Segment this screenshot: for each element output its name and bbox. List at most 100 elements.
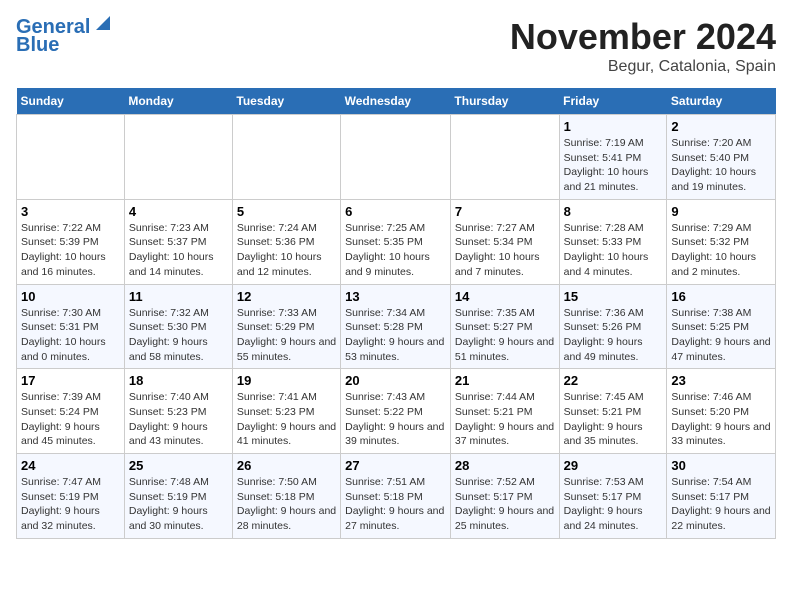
day-number: 12 — [237, 289, 336, 304]
calendar-cell: 30 Sunrise: 7:54 AMSunset: 5:17 PMDayligh… — [667, 454, 776, 539]
day-info: Sunrise: 7:20 AMSunset: 5:40 PMDaylight:… — [671, 136, 771, 195]
calendar-cell: 25Sunrise: 7:48 AMSunset: 5:19 PMDayligh… — [124, 454, 232, 539]
calendar-cell: 22 Sunrise: 7:45 AMSunset: 5:21 PMDayligh… — [559, 369, 667, 454]
day-info: Sunrise: 7:43 AMSunset: 5:22 PMDaylight:… — [345, 390, 446, 449]
day-info: Sunrise: 7:33 AMSunset: 5:29 PMDaylight:… — [237, 306, 336, 365]
calendar-cell: 8 Sunrise: 7:28 AMSunset: 5:33 PMDaylight… — [559, 199, 667, 284]
calendar-cell: 1 Sunrise: 7:19 AMSunset: 5:41 PMDaylight… — [559, 115, 667, 200]
calendar-cell: 11 Sunrise: 7:32 AMSunset: 5:30 PMDayligh… — [124, 284, 232, 369]
calendar-cell: 12 Sunrise: 7:33 AMSunset: 5:29 PMDayligh… — [232, 284, 340, 369]
calendar-cell — [124, 115, 232, 200]
calendar-cell: 27 Sunrise: 7:51 AMSunset: 5:18 PMDayligh… — [341, 454, 451, 539]
day-info: Sunrise: 7:36 AMSunset: 5:26 PMDaylight:… — [564, 306, 663, 365]
calendar-cell: 14 Sunrise: 7:35 AMSunset: 5:27 PMDayligh… — [450, 284, 559, 369]
day-number: 1 — [564, 119, 663, 134]
calendar-cell: 28Sunrise: 7:52 AMSunset: 5:17 PMDayligh… — [450, 454, 559, 539]
calendar-cell: 20 Sunrise: 7:43 AMSunset: 5:22 PMDayligh… — [341, 369, 451, 454]
day-info: Sunrise: 7:48 AMSunset: 5:19 PMDaylight:… — [129, 475, 228, 534]
day-info: Sunrise: 7:53 AMSunset: 5:17 PMDaylight:… — [564, 475, 663, 534]
day-info: Sunrise: 7:46 AMSunset: 5:20 PMDaylight:… — [671, 390, 771, 449]
column-header-tuesday: Tuesday — [232, 88, 340, 115]
calendar-cell: 24 Sunrise: 7:47 AMSunset: 5:19 PMDayligh… — [17, 454, 125, 539]
calendar-cell: 5 Sunrise: 7:24 AMSunset: 5:36 PMDaylight… — [232, 199, 340, 284]
day-number: 4 — [129, 204, 228, 219]
day-number: 20 — [345, 373, 446, 388]
day-number: 18 — [129, 373, 228, 388]
day-number: 19 — [237, 373, 336, 388]
day-info: Sunrise: 7:29 AMSunset: 5:32 PMDaylight:… — [671, 221, 771, 280]
calendar-cell: 17 Sunrise: 7:39 AMSunset: 5:24 PMDayligh… — [17, 369, 125, 454]
day-info: Sunrise: 7:44 AMSunset: 5:21 PMDaylight:… — [455, 390, 555, 449]
logo-triangle-icon — [92, 12, 114, 34]
day-info: Sunrise: 7:19 AMSunset: 5:41 PMDaylight:… — [564, 136, 663, 195]
calendar-cell: 16 Sunrise: 7:38 AMSunset: 5:25 PMDayligh… — [667, 284, 776, 369]
calendar-cell: 2 Sunrise: 7:20 AMSunset: 5:40 PMDaylight… — [667, 115, 776, 200]
day-number: 10 — [21, 289, 120, 304]
day-info: Sunrise: 7:40 AMSunset: 5:23 PMDaylight:… — [129, 390, 228, 449]
day-number: 17 — [21, 373, 120, 388]
day-number: 13 — [345, 289, 446, 304]
day-info: Sunrise: 7:34 AMSunset: 5:28 PMDaylight:… — [345, 306, 446, 365]
day-number: 15 — [564, 289, 663, 304]
page-title: November 2024 — [510, 16, 776, 58]
day-number: 16 — [671, 289, 771, 304]
calendar-cell: 3 Sunrise: 7:22 AMSunset: 5:39 PMDaylight… — [17, 199, 125, 284]
calendar-cell: 26Sunrise: 7:50 AMSunset: 5:18 PMDayligh… — [232, 454, 340, 539]
logo-blue-text: Blue — [16, 34, 114, 56]
day-number: 11 — [129, 289, 228, 304]
calendar-week-row: 1 Sunrise: 7:19 AMSunset: 5:41 PMDaylight… — [17, 115, 776, 200]
calendar-week-row: 24 Sunrise: 7:47 AMSunset: 5:19 PMDayligh… — [17, 454, 776, 539]
day-number: 5 — [237, 204, 336, 219]
day-number: 14 — [455, 289, 555, 304]
column-header-monday: Monday — [124, 88, 232, 115]
day-info: Sunrise: 7:30 AMSunset: 5:31 PMDaylight:… — [21, 306, 120, 365]
day-number: 22 — [564, 373, 663, 388]
column-header-sunday: Sunday — [17, 88, 125, 115]
calendar-cell: 15 Sunrise: 7:36 AMSunset: 5:26 PMDayligh… — [559, 284, 667, 369]
day-number: 28 — [455, 458, 555, 473]
calendar-cell: 10 Sunrise: 7:30 AMSunset: 5:31 PMDayligh… — [17, 284, 125, 369]
day-info: Sunrise: 7:54 AMSunset: 5:17 PMDaylight:… — [671, 475, 771, 534]
day-info: Sunrise: 7:24 AMSunset: 5:36 PMDaylight:… — [237, 221, 336, 280]
day-number: 3 — [21, 204, 120, 219]
calendar-cell: 6 Sunrise: 7:25 AMSunset: 5:35 PMDaylight… — [341, 199, 451, 284]
day-info: Sunrise: 7:28 AMSunset: 5:33 PMDaylight:… — [564, 221, 663, 280]
day-info: Sunrise: 7:35 AMSunset: 5:27 PMDaylight:… — [455, 306, 555, 365]
calendar-cell — [341, 115, 451, 200]
day-number: 23 — [671, 373, 771, 388]
day-info: Sunrise: 7:47 AMSunset: 5:19 PMDaylight:… — [21, 475, 120, 534]
calendar-cell: 23 Sunrise: 7:46 AMSunset: 5:20 PMDayligh… — [667, 369, 776, 454]
day-info: Sunrise: 7:32 AMSunset: 5:30 PMDaylight:… — [129, 306, 228, 365]
page-header: General Blue November 2024 Begur, Catalo… — [16, 16, 776, 76]
day-number: 24 — [21, 458, 120, 473]
day-info: Sunrise: 7:25 AMSunset: 5:35 PMDaylight:… — [345, 221, 446, 280]
day-info: Sunrise: 7:27 AMSunset: 5:34 PMDaylight:… — [455, 221, 555, 280]
calendar-week-row: 3 Sunrise: 7:22 AMSunset: 5:39 PMDaylight… — [17, 199, 776, 284]
calendar-week-row: 10 Sunrise: 7:30 AMSunset: 5:31 PMDayligh… — [17, 284, 776, 369]
day-info: Sunrise: 7:45 AMSunset: 5:21 PMDaylight:… — [564, 390, 663, 449]
day-info: Sunrise: 7:22 AMSunset: 5:39 PMDaylight:… — [21, 221, 120, 280]
logo: General Blue — [16, 16, 114, 56]
calendar-cell — [232, 115, 340, 200]
day-number: 27 — [345, 458, 446, 473]
day-number: 6 — [345, 204, 446, 219]
calendar-table: SundayMondayTuesdayWednesdayThursdayFrid… — [16, 88, 776, 539]
day-number: 8 — [564, 204, 663, 219]
day-number: 7 — [455, 204, 555, 219]
day-info: Sunrise: 7:38 AMSunset: 5:25 PMDaylight:… — [671, 306, 771, 365]
calendar-cell: 29 Sunrise: 7:53 AMSunset: 5:17 PMDayligh… — [559, 454, 667, 539]
calendar-cell — [450, 115, 559, 200]
calendar-week-row: 17 Sunrise: 7:39 AMSunset: 5:24 PMDayligh… — [17, 369, 776, 454]
day-number: 26 — [237, 458, 336, 473]
day-number: 29 — [564, 458, 663, 473]
calendar-cell: 18 Sunrise: 7:40 AMSunset: 5:23 PMDayligh… — [124, 369, 232, 454]
day-number: 30 — [671, 458, 771, 473]
day-info: Sunrise: 7:39 AMSunset: 5:24 PMDaylight:… — [21, 390, 120, 449]
calendar-cell: 21 Sunrise: 7:44 AMSunset: 5:21 PMDayligh… — [450, 369, 559, 454]
column-header-saturday: Saturday — [667, 88, 776, 115]
title-block: November 2024 Begur, Catalonia, Spain — [510, 16, 776, 76]
day-info: Sunrise: 7:41 AMSunset: 5:23 PMDaylight:… — [237, 390, 336, 449]
day-number: 2 — [671, 119, 771, 134]
day-number: 21 — [455, 373, 555, 388]
day-info: Sunrise: 7:51 AMSunset: 5:18 PMDaylight:… — [345, 475, 446, 534]
